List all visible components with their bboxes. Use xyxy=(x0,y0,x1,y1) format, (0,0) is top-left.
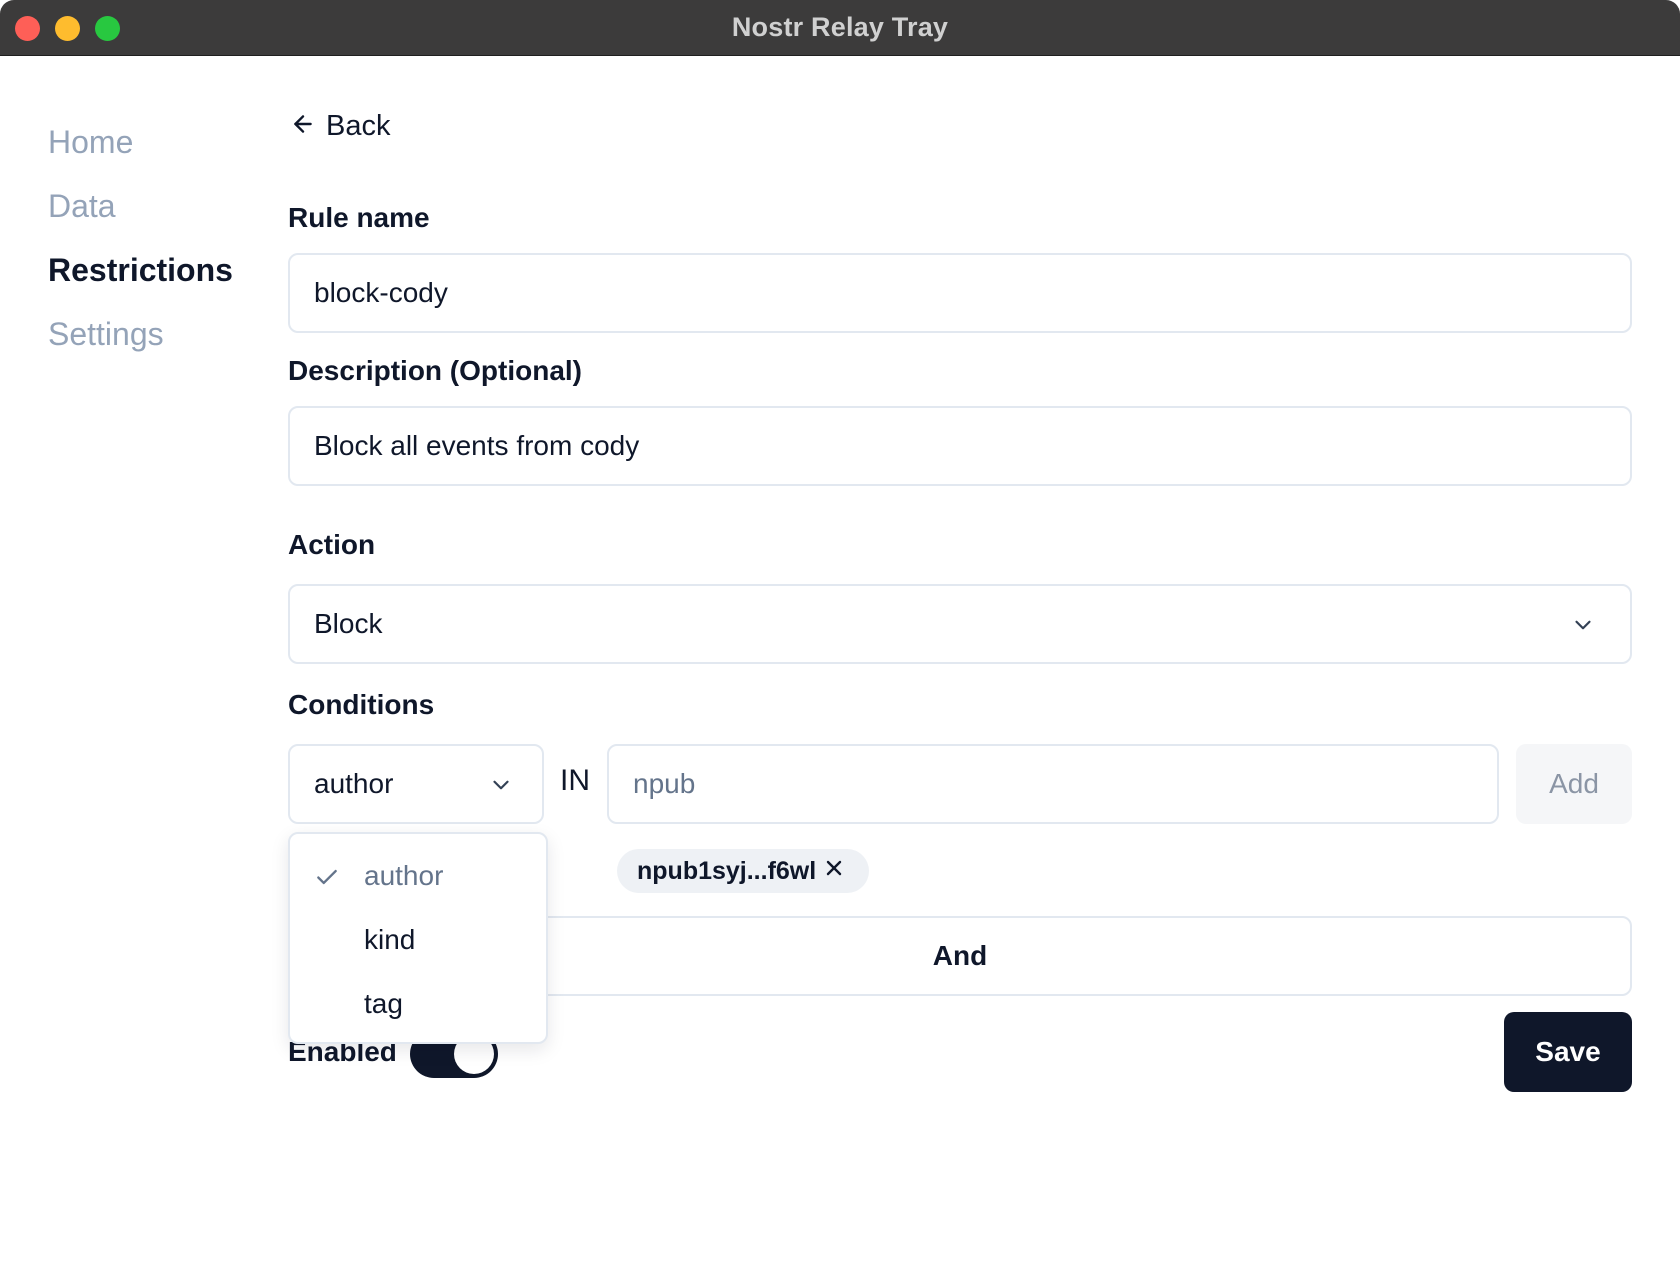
dropdown-option-kind[interactable]: kind xyxy=(290,908,546,972)
chevron-down-icon xyxy=(1570,612,1596,645)
conditions-label: Conditions xyxy=(288,689,435,720)
back-label: Back xyxy=(326,110,391,142)
npub-input[interactable]: npub xyxy=(607,744,1499,824)
action-value: Block xyxy=(314,608,383,639)
back-button[interactable]: Back xyxy=(290,110,390,143)
in-operator-label: IN xyxy=(560,764,590,797)
condition-field-select[interactable]: author xyxy=(288,744,544,824)
window-title: Nostr Relay Tray xyxy=(731,12,949,42)
condition-field-value: author xyxy=(314,768,394,799)
title-bar: Nostr Relay Tray xyxy=(0,0,1680,56)
sidebar-item-data[interactable]: Data xyxy=(48,186,233,250)
check-icon xyxy=(314,864,340,897)
rule-name-input[interactable]: block-cody xyxy=(288,253,1632,333)
sidebar-item-settings[interactable]: Settings xyxy=(48,314,233,378)
sidebar-item-restrictions[interactable]: Restrictions xyxy=(48,250,233,314)
sidebar-item-home[interactable]: Home xyxy=(48,122,233,186)
rule-name-value: block-cody xyxy=(314,277,448,308)
dropdown-option-author[interactable]: author xyxy=(290,844,546,908)
action-label: Action xyxy=(288,529,376,560)
description-value: Block all events from cody xyxy=(314,430,640,461)
dropdown-option-label: author xyxy=(364,860,444,891)
action-select[interactable]: Block xyxy=(288,584,1632,664)
sidebar: Home Data Restrictions Settings xyxy=(48,122,233,378)
dropdown-option-tag[interactable]: tag xyxy=(290,972,546,1036)
npub-chip-label: npub1syj...f6wl xyxy=(637,856,817,885)
description-label: Description (Optional) xyxy=(288,355,582,386)
add-button[interactable]: Add xyxy=(1516,744,1632,824)
arrow-left-icon xyxy=(290,111,316,142)
dropdown-option-label: kind xyxy=(364,924,416,955)
rule-name-label: Rule name xyxy=(288,202,430,233)
dropdown-option-label: tag xyxy=(364,988,403,1019)
npub-placeholder: npub xyxy=(633,768,696,799)
chevron-down-icon xyxy=(488,772,514,805)
description-input[interactable]: Block all events from cody xyxy=(288,406,1632,486)
close-icon[interactable] xyxy=(822,856,846,887)
condition-field-dropdown: author kind tag xyxy=(288,832,548,1044)
npub-chip: npub1syj...f6wl xyxy=(617,849,869,893)
save-button[interactable]: Save xyxy=(1504,1012,1632,1092)
